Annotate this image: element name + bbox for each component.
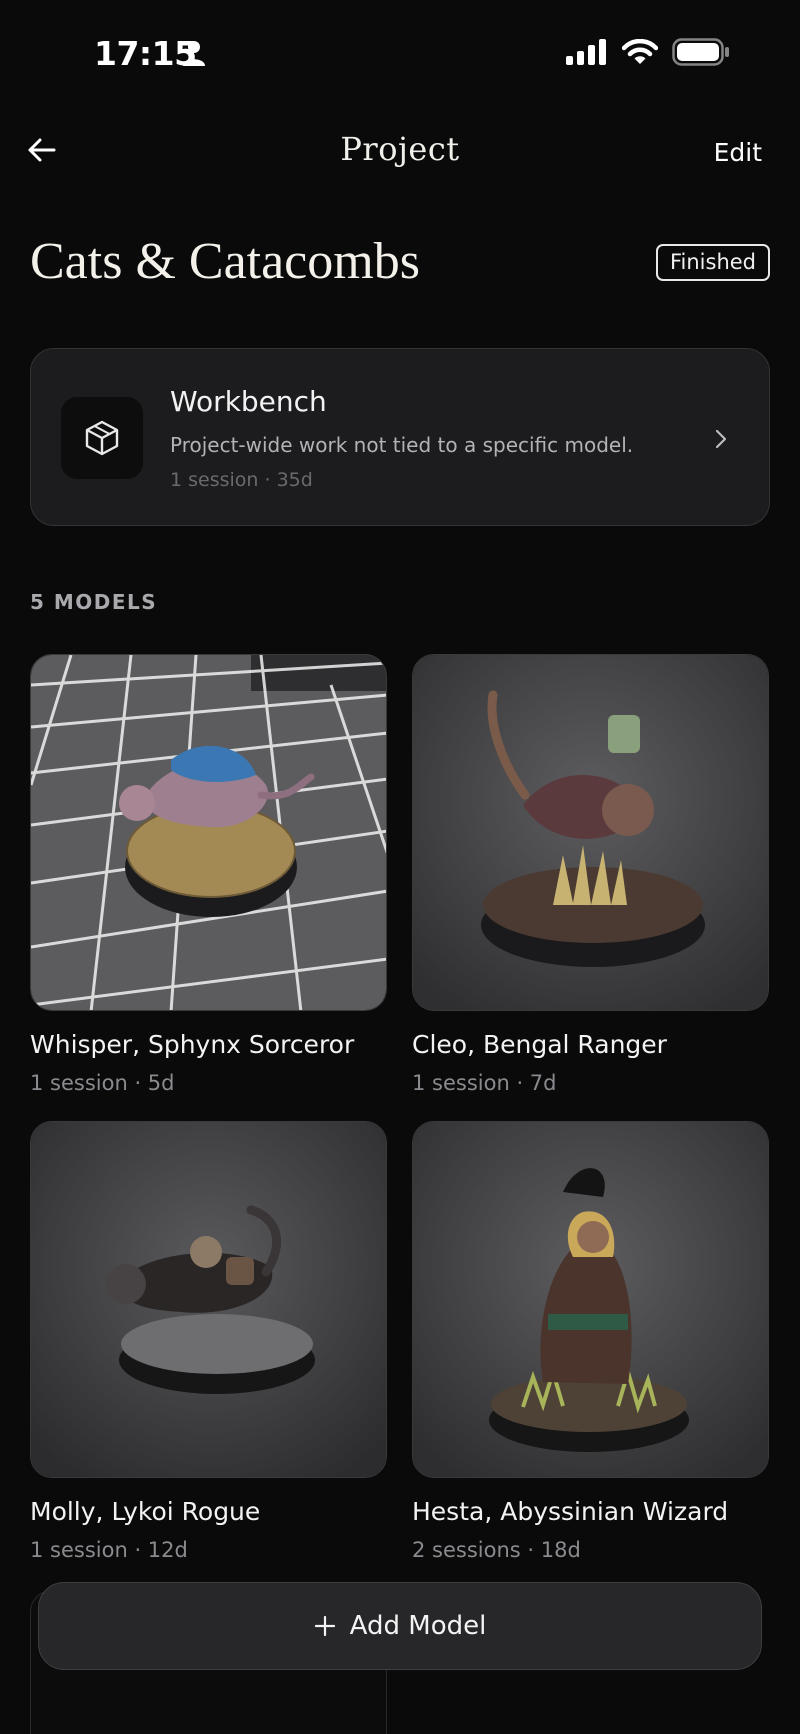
models-count-label: 5 MODELS — [30, 590, 158, 614]
model-thumbnail-molly[interactable] — [30, 1121, 387, 1478]
model-thumbnail-whisper[interactable] — [30, 654, 387, 1011]
status-bar: 17:15 — [0, 0, 800, 110]
person-icon — [183, 41, 205, 66]
plus-icon — [314, 1615, 335, 1637]
model-name: Molly, Lykoi Rogue — [30, 1497, 261, 1526]
edit-button[interactable]: Edit — [714, 138, 762, 167]
nav-bar: Project Edit — [0, 120, 800, 184]
nav-title: Project — [340, 130, 460, 168]
battery-icon — [672, 38, 729, 66]
chevron-right-icon — [715, 429, 727, 449]
model-name: Hesta, Abyssinian Wizard — [412, 1497, 729, 1526]
wifi-icon — [622, 39, 658, 64]
workbench-meta: 1 session · 35d — [170, 469, 313, 491]
add-model-label: Add Model — [349, 1611, 487, 1641]
signal-icon — [566, 39, 606, 65]
workbench-title: Workbench — [170, 385, 327, 418]
add-model-button[interactable]: Add Model — [38, 1582, 762, 1670]
model-thumbnail-hesta[interactable] — [412, 1121, 769, 1478]
model-meta: 2 sessions · 18d — [412, 1538, 581, 1562]
model-name: Whisper, Sphynx Sorceror — [30, 1030, 355, 1059]
model-meta: 1 session · 12d — [30, 1538, 188, 1562]
workbench-card[interactable]: Workbench Project-wide work not tied to … — [30, 348, 770, 526]
status-badge: Finished — [655, 244, 770, 281]
workbench-icon-box — [61, 397, 143, 479]
workbench-description: Project-wide work not tied to a specific… — [170, 433, 634, 457]
project-title: Cats & Catacombs — [30, 233, 420, 290]
model-name: Cleo, Bengal Ranger — [412, 1030, 667, 1059]
cube-icon — [85, 420, 119, 456]
model-thumbnail-cleo[interactable] — [412, 654, 769, 1011]
model-meta: 1 session · 7d — [412, 1071, 557, 1095]
model-meta: 1 session · 5d — [30, 1071, 175, 1095]
